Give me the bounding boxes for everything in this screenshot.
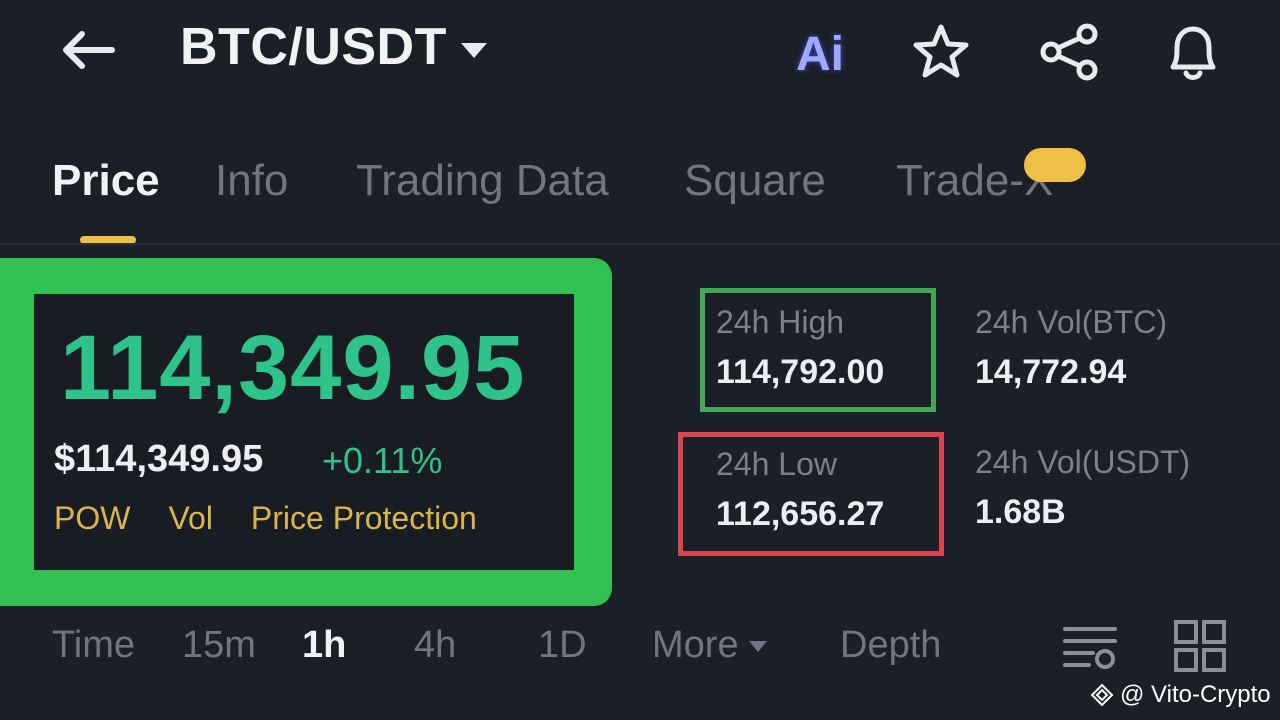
stat-24h-low: 24h Low 112,656.27 bbox=[716, 446, 884, 534]
stat-24h-high: 24h High 114,792.00 bbox=[716, 304, 884, 392]
top-bar: BTC/USDT Ai bbox=[0, 0, 1280, 110]
tag-pow[interactable]: POW bbox=[54, 500, 130, 537]
interval-depth[interactable]: Depth bbox=[840, 624, 941, 667]
stat-24h-vol-usdt: 24h Vol(USDT) 1.68B bbox=[975, 444, 1190, 532]
stat-value: 1.68B bbox=[975, 493, 1066, 531]
price-change-percent: +0.11% bbox=[322, 440, 443, 481]
pair-title: BTC/USDT bbox=[180, 18, 447, 76]
stat-24h-vol-btc: 24h Vol(BTC) 14,772.94 bbox=[975, 304, 1167, 392]
tab-trading-data[interactable]: Trading Data bbox=[356, 156, 609, 206]
stat-label: 24h High bbox=[716, 304, 845, 340]
interval-bar: Time 15m 1h 4h 1D More Depth bbox=[0, 612, 1280, 682]
stat-value: 114,792.00 bbox=[716, 353, 885, 391]
watermark-text: @ Vito-Crypto bbox=[1120, 681, 1271, 708]
new-badge bbox=[1024, 148, 1086, 182]
tab-info[interactable]: Info bbox=[215, 156, 288, 206]
interval-4h[interactable]: 4h bbox=[414, 624, 456, 667]
interval-time[interactable]: Time bbox=[52, 624, 135, 667]
star-icon[interactable] bbox=[906, 20, 976, 84]
layout-grid-icon[interactable] bbox=[1162, 616, 1238, 676]
chevron-down-icon bbox=[748, 641, 767, 653]
pair-selector[interactable]: BTC/USDT bbox=[180, 14, 487, 80]
interval-15m[interactable]: 15m bbox=[182, 624, 256, 667]
stat-value: 14,772.94 bbox=[975, 353, 1127, 391]
price-panel: 114,349.95 $114,349.95 +0.11% POW Vol Pr… bbox=[34, 294, 574, 570]
interval-1h[interactable]: 1h bbox=[302, 624, 346, 667]
tab-price[interactable]: Price bbox=[52, 156, 160, 206]
stat-label: 24h Vol(BTC) bbox=[975, 304, 1168, 340]
tag-price-protection[interactable]: Price Protection bbox=[251, 500, 477, 537]
interval-1d[interactable]: 1D bbox=[538, 624, 587, 667]
stat-label: 24h Vol(USDT) bbox=[975, 444, 1191, 480]
interval-more[interactable]: More bbox=[652, 624, 767, 667]
token-tags: POW Vol Price Protection bbox=[54, 500, 477, 537]
divider bbox=[0, 243, 1280, 245]
tab-square[interactable]: Square bbox=[684, 156, 826, 206]
tab-bar: Price Info Trading Data Square Trade-X bbox=[0, 148, 1280, 248]
indicator-settings-icon[interactable] bbox=[1052, 616, 1128, 676]
stat-label: 24h Low bbox=[716, 446, 837, 482]
last-price: 114,349.95 bbox=[60, 317, 526, 419]
price-usd-value: $114,349.95 bbox=[54, 438, 264, 480]
stat-value: 112,656.27 bbox=[716, 495, 885, 533]
tag-vol[interactable]: Vol bbox=[168, 500, 212, 537]
interval-more-label: More bbox=[652, 624, 739, 666]
ai-assistant-button[interactable]: Ai bbox=[785, 26, 855, 82]
diamond-logo-icon bbox=[1090, 683, 1114, 707]
watermark: @ Vito-Crypto bbox=[1090, 678, 1271, 712]
share-icon[interactable] bbox=[1034, 20, 1104, 84]
bell-icon[interactable] bbox=[1158, 20, 1228, 84]
back-arrow-icon[interactable] bbox=[55, 22, 119, 78]
chevron-down-icon bbox=[460, 42, 487, 58]
